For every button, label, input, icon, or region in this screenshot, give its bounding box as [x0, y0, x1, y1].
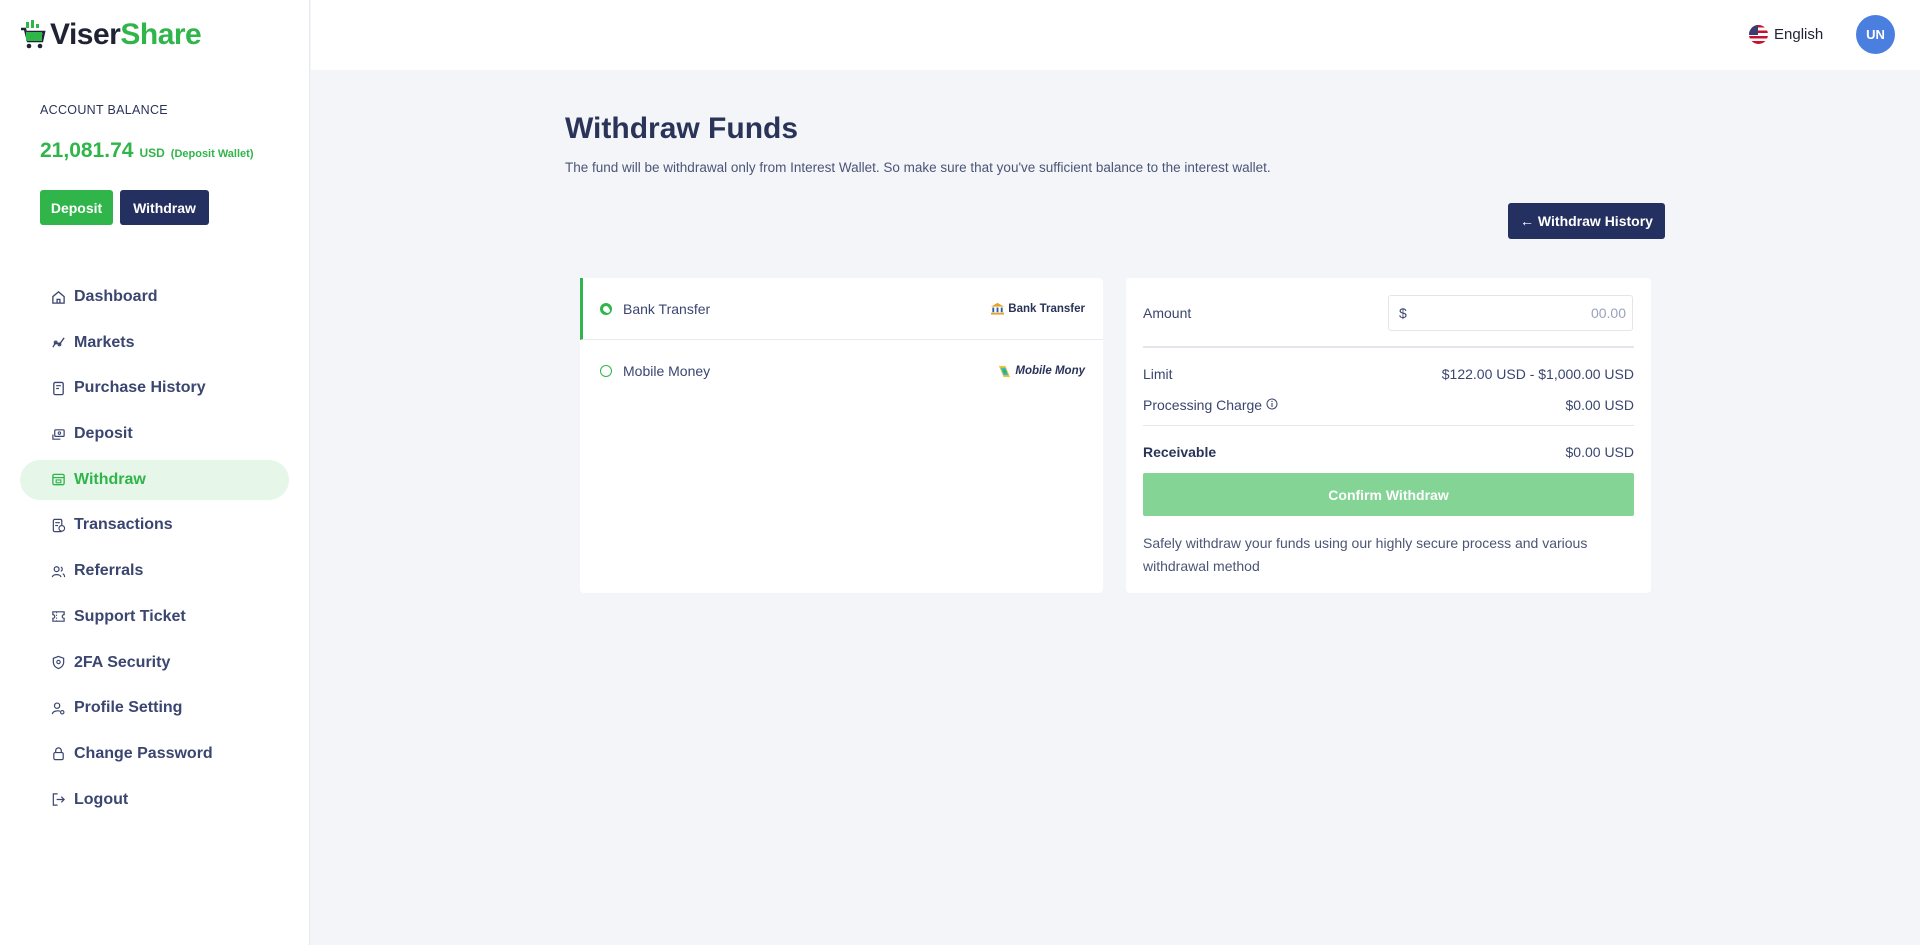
sidebar-item-label: Purchase History — [74, 379, 206, 397]
top-bar — [311, 0, 1920, 70]
language-selector[interactable]: English — [1749, 25, 1823, 44]
balance-currency: USD — [139, 146, 165, 160]
withdraw-icon — [50, 472, 66, 488]
sidebar-item-change-password[interactable]: Change Password — [20, 734, 289, 774]
user-gear-icon — [50, 700, 66, 716]
sidebar-item-support-ticket[interactable]: Support Ticket — [20, 597, 289, 637]
limit-row: Limit $122.00 USD - $1,000.00 USD — [1143, 366, 1634, 382]
user-avatar[interactable]: UN — [1856, 15, 1895, 54]
sidebar-item-transactions[interactable]: Transactions — [20, 505, 289, 545]
balance-row: 21,081.74 USD (Deposit Wallet) — [40, 139, 254, 163]
sidebar: ViserShare ACCOUNT BALANCE 21,081.74 USD… — [0, 0, 310, 945]
amount-label: Amount — [1143, 305, 1192, 321]
charge-label: Processing Charge — [1143, 397, 1263, 413]
sidebar-item-label: Logout — [74, 790, 129, 808]
sidebar-item-dashboard[interactable]: Dashboard — [20, 277, 289, 317]
amount-input[interactable] — [1412, 305, 1626, 321]
sidebar-item-withdraw[interactable]: Withdraw — [20, 459, 289, 500]
chart-icon — [50, 335, 66, 351]
transactions-icon — [50, 517, 66, 533]
language-label: English — [1774, 26, 1824, 43]
balance-label: ACCOUNT BALANCE — [40, 103, 168, 117]
method-mobile-money[interactable]: Mobile Money Mobile Mony — [580, 340, 1103, 402]
sidebar-item-markets[interactable]: Markets — [20, 323, 289, 363]
ticket-icon — [50, 609, 66, 625]
method-logo-text: Bank Transfer — [1008, 302, 1085, 315]
limit-value: $122.00 USD - $1,000.00 USD — [1441, 366, 1634, 382]
sidebar-item-label: Dashboard — [74, 288, 158, 305]
amount-field[interactable]: $ — [1388, 295, 1633, 331]
sidebar-item-2fa-security[interactable]: 2FA Security — [20, 643, 289, 683]
bank-transfer-logo: Bank Transfer — [990, 301, 1085, 316]
sidebar-item-referrals[interactable]: Referrals — [20, 551, 289, 591]
method-logo-text: Mobile Mony — [1015, 365, 1085, 377]
info-icon[interactable] — [1266, 397, 1278, 413]
mobile-money-icon — [999, 365, 1011, 377]
sidebar-item-label: Change Password — [74, 744, 213, 762]
withdraw-note: Safely withdraw your funds using our hig… — [1143, 535, 1588, 574]
radio-unselected[interactable] — [600, 365, 612, 377]
method-name: Bank Transfer — [623, 300, 711, 317]
charge-row: Processing Charge $0.00 USD — [1143, 397, 1634, 413]
sidebar-item-deposit[interactable]: Deposit — [20, 414, 289, 454]
currency-symbol: $ — [1399, 305, 1407, 321]
bank-icon — [991, 302, 1005, 315]
receivable-row: Receivable $0.00 USD — [1143, 444, 1634, 460]
sidebar-item-label: Profile Setting — [74, 699, 183, 717]
divider — [1143, 346, 1634, 348]
sidebar-item-label: Deposit — [74, 425, 133, 443]
receipt-icon — [50, 380, 66, 396]
balance-amount: 21,081.74 — [40, 139, 134, 162]
mobile-money-logo: Mobile Mony — [997, 364, 1085, 379]
withdraw-button[interactable]: Withdraw — [120, 190, 209, 225]
sidebar-item-label: Withdraw — [74, 470, 146, 488]
cart-logo-icon — [20, 20, 46, 50]
method-bank-transfer[interactable]: Bank Transfer Bank Transfer — [580, 278, 1103, 340]
withdraw-history-button[interactable]: ← Withdraw History — [1508, 203, 1665, 239]
home-icon — [50, 289, 66, 305]
receivable-label: Receivable — [1143, 444, 1217, 460]
brand-name-part2: Share — [120, 18, 202, 51]
limit-label: Limit — [1143, 366, 1173, 382]
deposit-button[interactable]: Deposit — [40, 190, 113, 225]
receivable-value: $0.00 USD — [1565, 444, 1634, 460]
sidebar-item-purchase-history[interactable]: Purchase History — [20, 368, 289, 408]
brand-logo[interactable]: ViserShare — [20, 18, 202, 52]
sidebar-item-label: 2FA Security — [74, 653, 171, 671]
sidebar-item-label: Referrals — [74, 562, 144, 580]
page-subtitle: The fund will be withdrawal only from In… — [565, 160, 1271, 175]
withdraw-form-panel: Amount $ Limit $122.00 USD - $1,000.00 U… — [1126, 278, 1651, 593]
logout-icon — [50, 792, 66, 808]
balance-wallet: (Deposit Wallet) — [170, 148, 254, 160]
divider — [1143, 425, 1634, 426]
lock-icon — [50, 746, 66, 762]
users-icon — [50, 563, 66, 579]
page-title: Withdraw Funds — [565, 112, 799, 145]
charge-value: $0.00 USD — [1565, 397, 1634, 413]
withdraw-methods-panel: Bank Transfer Bank Transfer Mobile Money… — [580, 278, 1103, 593]
sidebar-item-label: Transactions — [74, 516, 173, 534]
sidebar-item-profile-setting[interactable]: Profile Setting — [20, 688, 289, 728]
brand-name-part1: Viser — [50, 18, 121, 51]
us-flag-icon — [1749, 25, 1768, 44]
sidebar-item-label: Markets — [74, 333, 135, 351]
radio-selected[interactable] — [600, 302, 612, 315]
sidebar-item-logout[interactable]: Logout — [20, 780, 289, 820]
deposit-icon — [50, 426, 66, 442]
shield-icon — [50, 655, 66, 671]
confirm-withdraw-button[interactable]: Confirm Withdraw — [1143, 473, 1634, 516]
sidebar-nav: Dashboard Markets Purchase History Depos… — [20, 277, 289, 825]
sidebar-item-label: Support Ticket — [74, 607, 186, 625]
method-name: Mobile Money — [623, 363, 711, 379]
